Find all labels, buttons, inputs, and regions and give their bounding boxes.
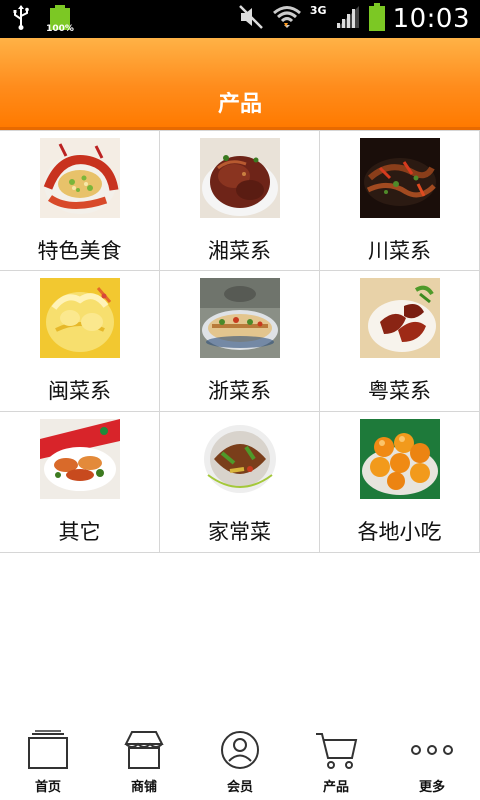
category-label: 特色美食: [37, 239, 122, 263]
nav-label: 商铺: [130, 780, 157, 795]
category-cell-xiangcai[interactable]: 湘菜系: [160, 131, 320, 271]
header-bar: 产品: [0, 38, 480, 130]
nav-item-more[interactable]: 更多: [384, 720, 480, 800]
food-photo-stirfry-bowl: [200, 419, 280, 499]
cart-icon: [314, 730, 358, 770]
status-right: 3G 10:03: [238, 0, 470, 38]
grid-row: 特色美食 湘菜系 川菜系: [0, 130, 480, 271]
food-photo-platter: [200, 278, 280, 358]
category-label: 粤菜系: [368, 379, 431, 403]
category-cell-zhecai[interactable]: 浙菜系: [160, 271, 320, 411]
mute-icon: [238, 4, 264, 34]
usb-icon: [12, 4, 30, 36]
food-photo-chicken-wings: [360, 278, 440, 358]
clock: 10:03: [392, 4, 470, 34]
nav-item-member[interactable]: 会员: [192, 720, 288, 800]
category-cell-jiachangcai[interactable]: 家常菜: [160, 412, 320, 552]
battery-percent-label: 100%: [46, 24, 74, 34]
nav-label: 产品: [322, 780, 349, 795]
food-photo-white-chicken: [40, 278, 120, 358]
category-label: 湘菜系: [208, 239, 271, 263]
signal-icon: [335, 4, 361, 34]
category-label: 各地小吃: [357, 520, 442, 544]
food-photo-crayfish: [40, 138, 120, 218]
page-title: 产品: [217, 92, 262, 117]
grid-row: 闽菜系 浙菜系 粤菜系: [0, 271, 480, 412]
wifi-icon: [272, 4, 302, 34]
category-label: 川菜系: [368, 239, 431, 263]
status-bar: 100% 3G 10:03: [0, 0, 480, 38]
network-type-label: 3G: [309, 3, 327, 17]
nav-label: 更多: [418, 780, 445, 795]
nav-item-store[interactable]: 商铺: [96, 720, 192, 800]
category-label: 浙菜系: [208, 379, 271, 403]
battery-icon: [368, 3, 385, 35]
food-photo-braised-pork: [200, 138, 280, 218]
member-icon: [218, 730, 262, 770]
bottom-nav: 首页 商铺 会员 产品 更多: [0, 720, 480, 800]
category-cell-qita[interactable]: 其它: [0, 412, 160, 552]
nav-label: 首页: [34, 780, 61, 795]
nav-item-home[interactable]: 首页: [0, 720, 96, 800]
category-cell-yuecai[interactable]: 粤菜系: [320, 271, 480, 411]
nav-item-products[interactable]: 产品: [288, 720, 384, 800]
category-cell-mincai[interactable]: 闽菜系: [0, 271, 160, 411]
category-label: 闽菜系: [48, 379, 111, 403]
nav-label: 会员: [226, 780, 253, 795]
grid-row: 其它 家常菜 各地小吃: [0, 412, 480, 553]
category-label: 家常菜: [208, 520, 271, 544]
category-label: 其它: [58, 520, 101, 544]
more-icon: [410, 730, 454, 770]
category-cell-tese-meishi[interactable]: 特色美食: [0, 131, 160, 271]
battery-full-icon: 100%: [46, 5, 74, 35]
status-left: 100%: [12, 4, 74, 36]
food-photo-sesame-balls: [360, 419, 440, 499]
food-photo-squid-stirfry: [360, 138, 440, 218]
home-icon: [26, 730, 70, 770]
store-icon: [122, 730, 166, 770]
category-grid: 特色美食 湘菜系 川菜系 闽菜系 浙菜系 粤菜系 其它 家常菜 各地小吃: [0, 130, 480, 553]
category-cell-chuancai[interactable]: 川菜系: [320, 131, 480, 271]
food-photo-assorted-plate: [40, 419, 120, 499]
category-cell-gedi-xiaochi[interactable]: 各地小吃: [320, 412, 480, 552]
